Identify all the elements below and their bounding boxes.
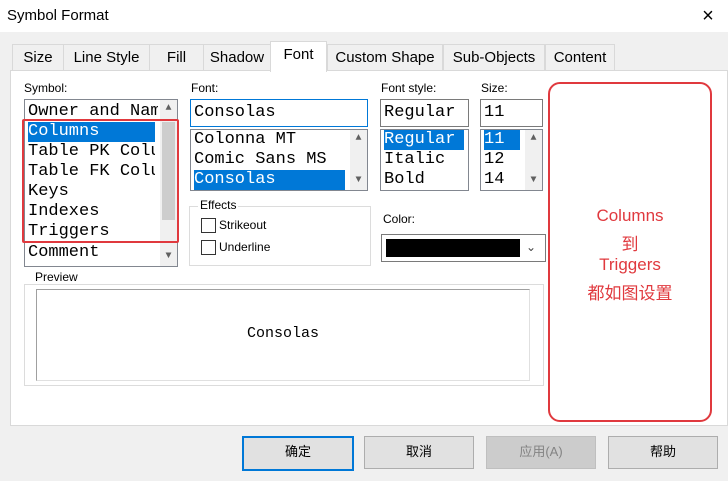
tab-line-style[interactable]: Line Style: [63, 44, 150, 71]
tab-sub-objects[interactable]: Sub-Objects: [443, 44, 545, 71]
apply-button[interactable]: 应用(A): [486, 436, 596, 469]
annotation-line: Columns: [596, 206, 664, 225]
annotation-box: Columns 到 Triggers 都如图设置: [548, 82, 712, 422]
font-input-value: Consolas: [194, 103, 276, 122]
close-icon[interactable]: ×: [694, 3, 722, 29]
font-list[interactable]: Colonna MT Comic Sans MS Consolas ▲ ▼: [190, 129, 368, 191]
chevron-down-icon[interactable]: ▼: [350, 172, 367, 189]
color-dropdown[interactable]: ⌄: [381, 234, 546, 262]
tab-fill[interactable]: Fill: [149, 44, 204, 71]
annotation-line: 都如图设置: [587, 284, 673, 303]
list-item[interactable]: 14: [484, 170, 504, 190]
chevron-up-icon[interactable]: ▲: [525, 130, 542, 147]
strikeout-label: Strikeout: [219, 218, 267, 232]
size-scrollbar[interactable]: ▲ ▼: [525, 130, 542, 190]
preview-box: Consolas: [36, 289, 530, 381]
effects-group: [189, 206, 371, 266]
list-item[interactable]: Comic Sans MS: [194, 150, 327, 170]
chevron-down-icon[interactable]: ▼: [525, 172, 542, 189]
chevron-up-icon[interactable]: ▲: [160, 100, 177, 117]
font-style-label: Font style:: [381, 81, 437, 95]
chevron-down-icon: ⌄: [526, 240, 537, 254]
font-scrollbar[interactable]: ▲ ▼: [350, 130, 367, 190]
list-item[interactable]: Bold: [384, 170, 425, 190]
chevron-up-icon[interactable]: ▲: [350, 130, 367, 147]
underline-label: Underline: [219, 240, 271, 254]
font-style-list[interactable]: Regular Italic Bold: [380, 129, 469, 191]
effects-label: Effects: [198, 198, 239, 212]
size-list[interactable]: 11 12 14 ▲ ▼: [480, 129, 543, 191]
tab-font[interactable]: Font: [270, 41, 327, 72]
symbol-label: Symbol:: [24, 81, 68, 95]
font-input[interactable]: Consolas: [190, 99, 368, 127]
tab-size[interactable]: Size: [12, 44, 64, 71]
highlight-box: [22, 119, 179, 243]
title-bar: Symbol Format ×: [0, 0, 728, 32]
tab-custom-shape[interactable]: Custom Shape: [327, 44, 443, 71]
size-input-value: 11: [484, 103, 505, 122]
font-label: Font:: [191, 81, 219, 95]
color-swatch: [386, 239, 520, 257]
list-item[interactable]: Colonna MT: [194, 130, 296, 150]
underline-checkbox[interactable]: [201, 240, 216, 255]
preview-label: Preview: [33, 270, 80, 284]
list-item[interactable]: 12: [484, 150, 504, 170]
chevron-down-icon[interactable]: ▼: [160, 248, 177, 265]
list-item[interactable]: 11: [484, 130, 520, 150]
window-title: Symbol Format: [7, 7, 109, 24]
list-item[interactable]: Consolas: [194, 170, 345, 190]
font-style-input[interactable]: Regular: [380, 99, 469, 127]
strikeout-checkbox[interactable]: [201, 218, 216, 233]
annotation-line: Triggers: [599, 255, 661, 274]
tab-content[interactable]: Content: [545, 44, 615, 71]
list-item[interactable]: Italic: [384, 150, 445, 170]
list-item[interactable]: Comment: [28, 243, 99, 263]
size-label: Size:: [481, 81, 508, 95]
font-style-input-value: Regular: [384, 103, 456, 122]
preview-text: Consolas: [246, 325, 319, 342]
list-item[interactable]: Regular: [384, 130, 464, 150]
size-input[interactable]: 11: [480, 99, 543, 127]
cancel-button[interactable]: 取消: [364, 436, 474, 469]
ok-button[interactable]: 确定: [242, 436, 354, 471]
tab-shadow[interactable]: Shadow: [203, 44, 271, 71]
annotation-line: 到: [621, 235, 639, 254]
color-label: Color:: [383, 212, 416, 226]
help-button[interactable]: 帮助: [608, 436, 718, 469]
